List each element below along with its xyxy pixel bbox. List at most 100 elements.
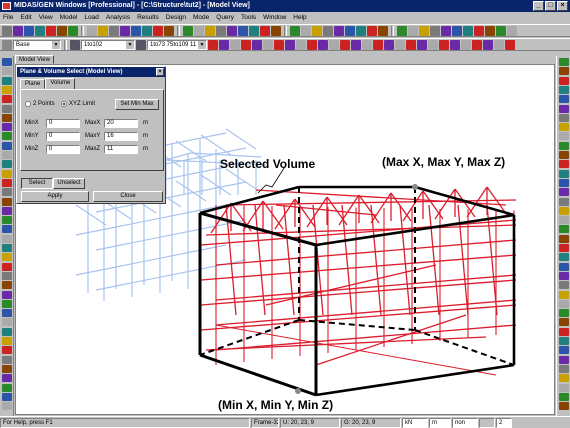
right-tool-icon[interactable] [559,234,569,243]
right-tool-icon[interactable] [559,327,569,336]
toolbar-tool-icon[interactable] [46,25,56,36]
left-tool-icon[interactable] [2,58,12,66]
radio-xyz-limit[interactable]: XYZ Limit [61,101,95,107]
left-tool-icon[interactable] [2,253,12,262]
left-tool-icon[interactable] [2,76,12,85]
left-tool-icon[interactable] [2,85,12,94]
select-button[interactable]: Select [21,178,53,189]
toolbar-tool-icon[interactable] [98,25,108,36]
selection-tool-icon[interactable] [307,39,317,50]
selection-tool-icon[interactable] [252,39,262,50]
left-tool-icon[interactable] [2,244,12,252]
right-tool-icon[interactable] [559,364,569,373]
menu-edit[interactable]: Edit [20,14,31,21]
tab-plane[interactable]: Plane [20,79,46,89]
selection-tool-icon[interactable] [219,39,229,50]
max-z-input[interactable]: 11 [104,145,138,154]
toolbar-tool-icon[interactable] [271,25,281,36]
right-tool-icon[interactable] [559,169,569,178]
right-tool-icon[interactable] [559,113,569,122]
tab-volume[interactable]: Volume [45,78,76,89]
toolbar-tool-icon[interactable] [238,25,248,36]
left-tool-icon[interactable] [2,383,12,392]
min-y-input[interactable]: 0 [46,132,80,141]
right-tool-icon[interactable] [559,123,569,132]
selection-tool-icon[interactable] [494,39,504,50]
left-tool-icon[interactable] [2,374,12,383]
toolbar-tool-icon[interactable] [87,25,97,36]
right-tool-icon[interactable] [559,188,569,197]
left-tool-icon[interactable] [2,151,12,159]
tab-model-view[interactable]: Model View [15,55,54,64]
left-tool-icon[interactable] [2,318,12,327]
min-x-input[interactable]: 0 [46,119,80,128]
right-tool-icon[interactable] [559,216,569,225]
menu-load[interactable]: Load [84,14,98,21]
left-tool-icon[interactable] [2,290,12,299]
toolbar-tool-icon[interactable] [131,25,141,36]
selection-tool-icon[interactable] [439,39,449,50]
selection-tool-icon[interactable] [428,39,438,50]
right-tool-icon[interactable] [559,318,569,327]
right-tool-icon[interactable] [559,141,569,150]
right-tool-icon[interactable] [559,178,569,187]
right-tool-icon[interactable] [559,346,569,355]
node-select-combo[interactable]: 1to73 75to109 11 ▼ [147,39,207,50]
toolbar-tool-icon[interactable] [323,25,333,36]
max-y-input[interactable]: 16 [104,132,138,141]
menu-mode[interactable]: Mode [193,14,209,21]
maximize-button[interactable]: □ [545,1,556,11]
minimize-button[interactable]: _ [533,1,544,11]
right-tool-icon[interactable] [559,281,569,290]
left-tool-icon[interactable] [2,95,12,104]
left-tool-icon[interactable] [2,309,12,318]
menu-file[interactable]: File [3,14,13,21]
selection-tool-icon[interactable] [241,39,251,50]
toolbar-tool-icon[interactable] [301,25,311,36]
left-tool-icon[interactable] [2,355,12,364]
toolbar-tool-icon[interactable] [441,25,451,36]
left-tool-icon[interactable] [2,141,12,150]
mode-combo[interactable]: non [452,417,478,428]
right-tool-icon[interactable] [559,383,569,392]
right-tool-icon[interactable] [559,290,569,299]
left-tool-icon[interactable] [2,113,12,122]
toolbar-tool-icon[interactable] [356,25,366,36]
length-unit-combo[interactable]: m [429,417,451,428]
toolbar-tool-icon[interactable] [260,25,270,36]
base-combo[interactable]: Base ▼ [13,39,61,50]
menu-help[interactable]: Help [293,14,306,21]
right-tool-icon[interactable] [559,271,569,280]
menu-window[interactable]: Window [263,14,286,21]
left-tool-icon[interactable] [2,216,12,225]
toolbar-tool-icon[interactable] [205,25,215,36]
left-tool-icon[interactable] [2,281,12,290]
selection-tool-icon[interactable] [384,39,394,50]
right-tool-icon[interactable] [559,206,569,215]
toolbar-tool-icon[interactable] [24,25,34,36]
left-tool-icon[interactable] [2,234,12,243]
toolbar-tool-icon[interactable] [452,25,462,36]
selection-tool-icon[interactable] [461,39,471,50]
right-tool-icon[interactable] [559,355,569,364]
toolbar-tool-icon[interactable] [496,25,506,36]
set-min-max-button[interactable]: Set Min Max [115,99,159,110]
toolbar-tool-icon[interactable] [408,25,418,36]
left-tool-icon[interactable] [2,160,12,169]
selection-tool-icon[interactable] [351,39,361,50]
toolbar-tool-icon[interactable] [485,25,495,36]
selection-tool-icon[interactable] [329,39,339,50]
toolbar-tool-icon[interactable] [227,25,237,36]
right-tool-icon[interactable] [559,374,569,383]
left-tool-icon[interactable] [2,271,12,280]
selection-tool-icon[interactable] [274,39,284,50]
right-tool-icon[interactable] [559,253,569,262]
min-z-input[interactable]: 0 [46,145,80,154]
toolbar-tool-icon[interactable] [397,25,407,36]
left-tool-icon[interactable] [2,364,12,373]
selection-tool-icon[interactable] [263,39,273,50]
menu-design[interactable]: Design [166,14,186,21]
left-tool-icon[interactable] [2,188,12,197]
left-tool-icon[interactable] [2,132,12,141]
right-tool-icon[interactable] [559,160,569,169]
